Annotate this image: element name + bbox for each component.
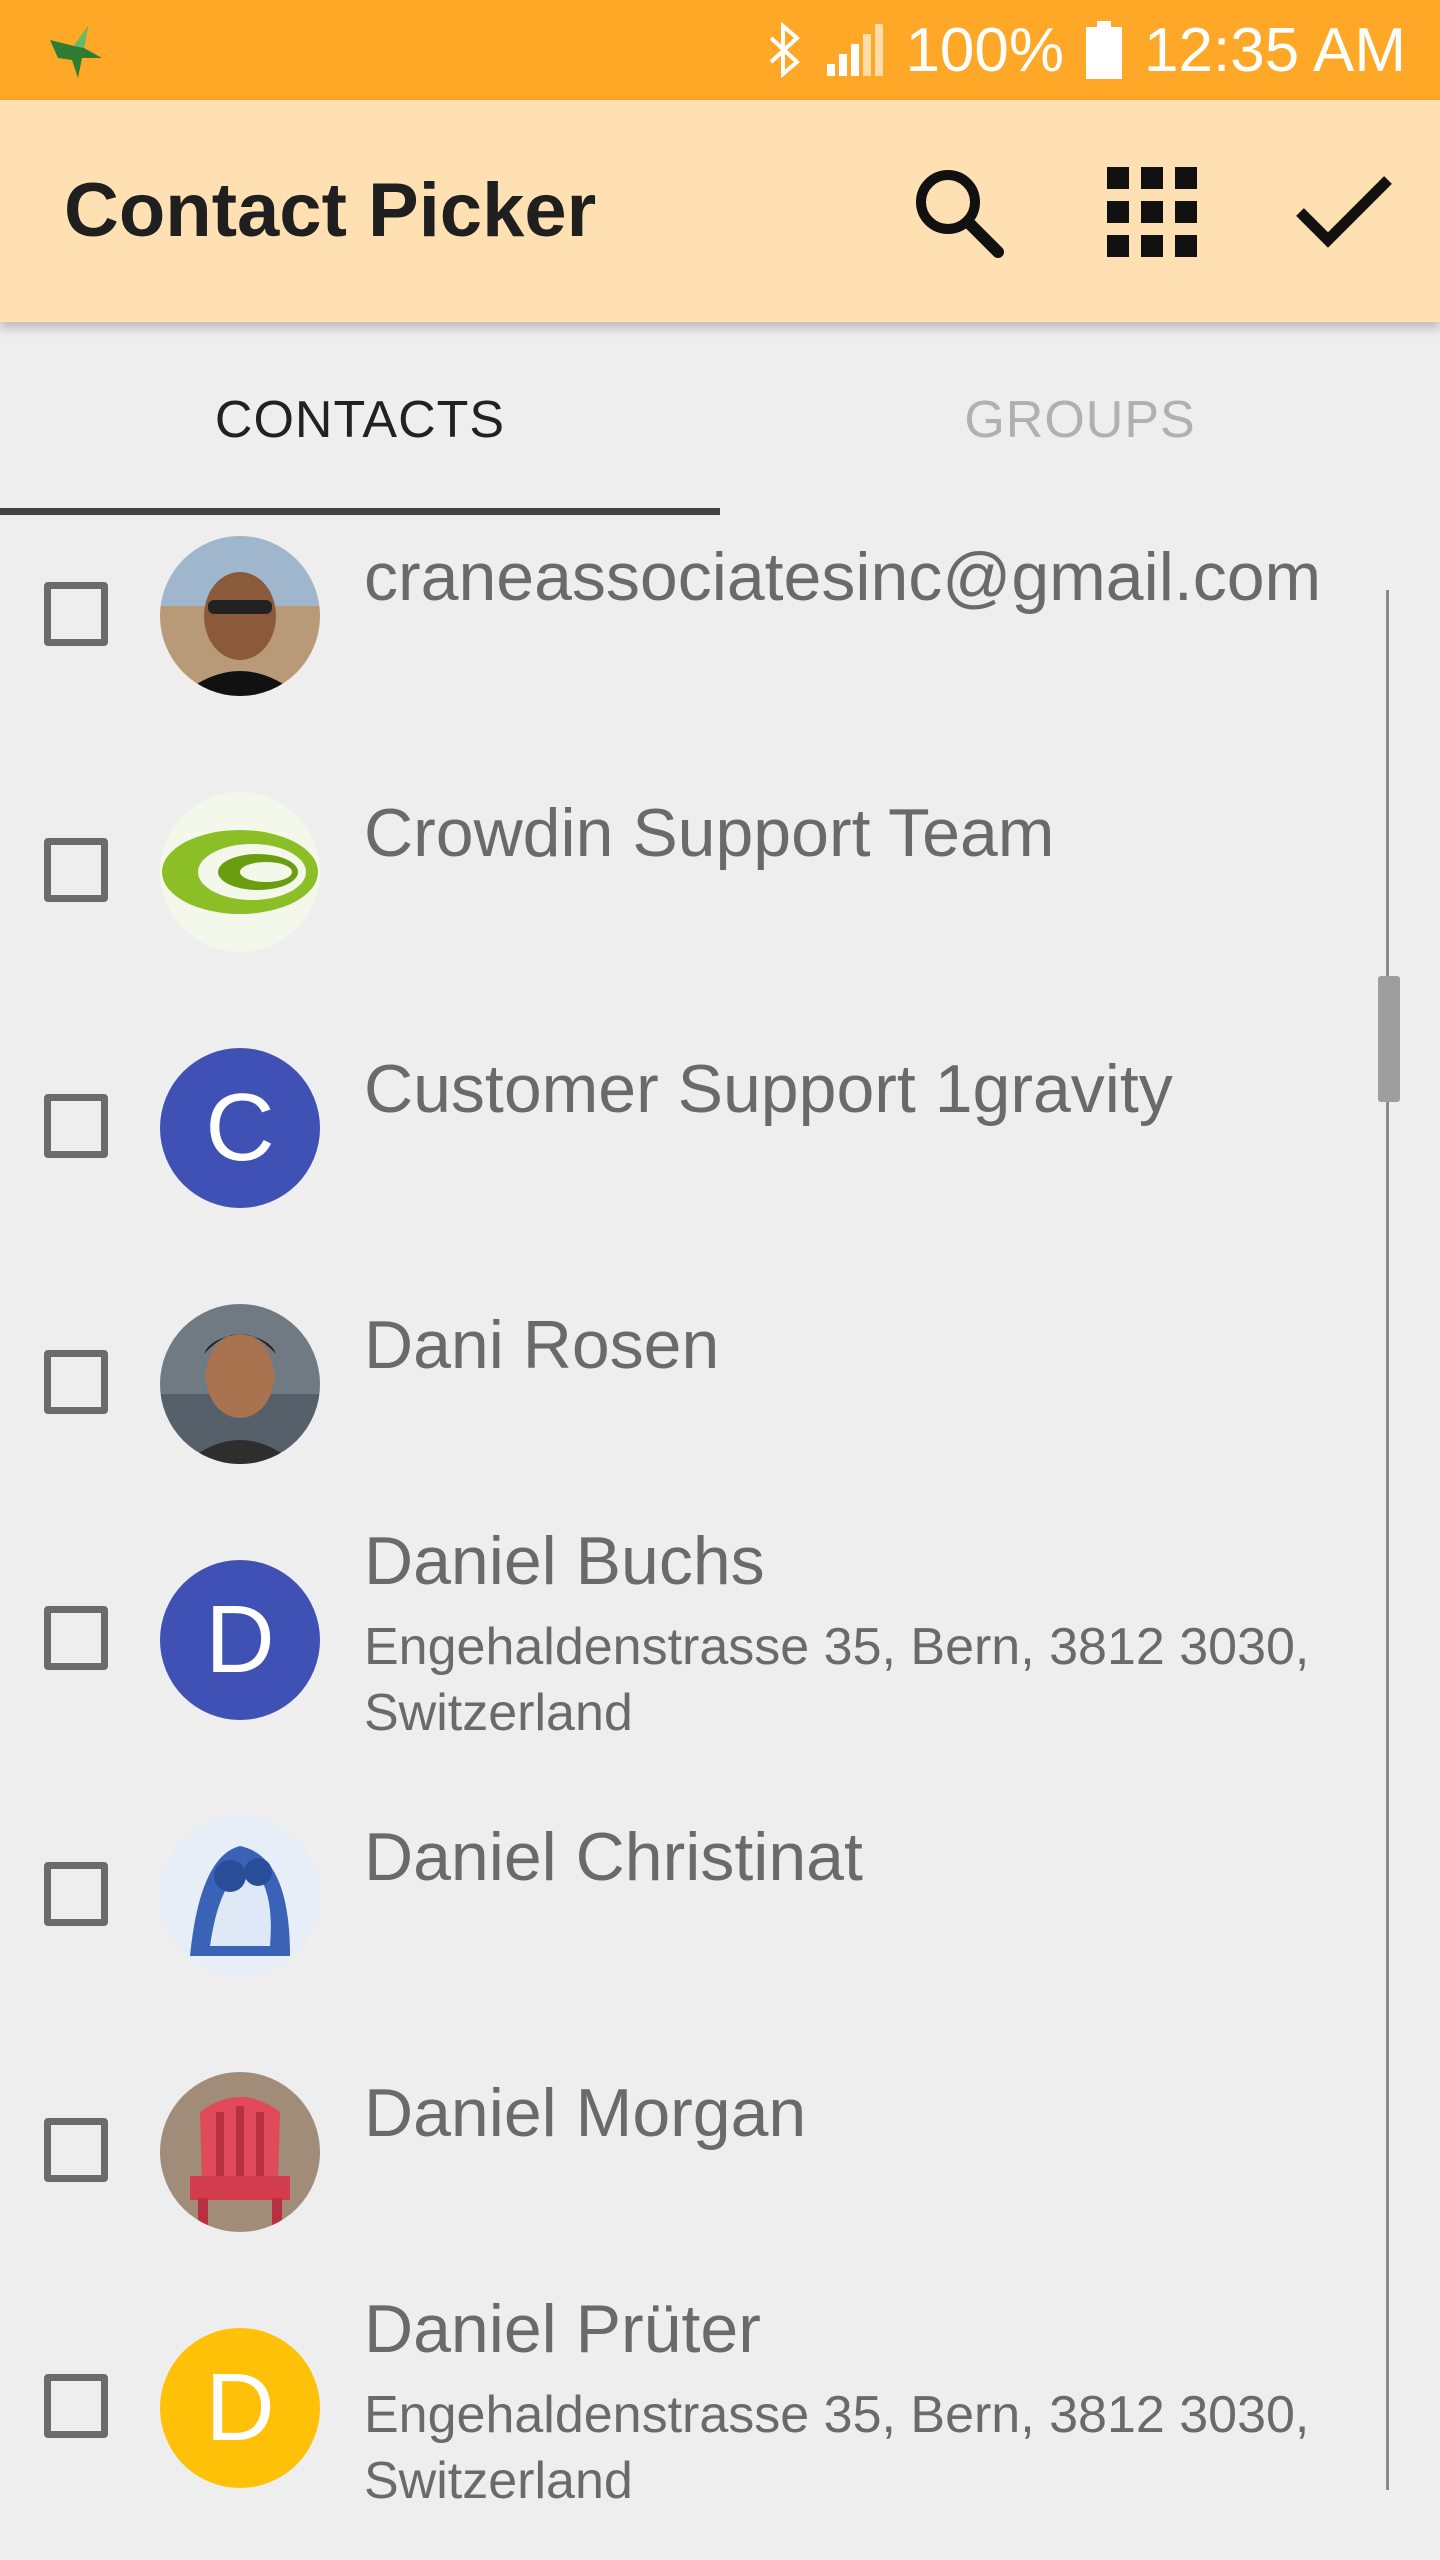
avatar (160, 1816, 320, 1976)
contact-name: craneassociatesinc@gmail.com (364, 539, 1322, 615)
avatar-letter: D (205, 1586, 275, 1693)
avatar-letter: D (205, 2354, 275, 2461)
tab-groups[interactable]: GROUPS (720, 322, 1440, 518)
search-icon (916, 170, 1004, 258)
contact-checkbox[interactable] (44, 1094, 108, 1158)
list-item[interactable]: C Customer Support 1gravity (0, 1040, 1380, 1296)
avatar: D (160, 2328, 320, 2488)
contact-checkbox[interactable] (44, 2118, 108, 2182)
check-icon (1296, 176, 1392, 248)
list-item[interactable]: Daniel Morgan (0, 2064, 1380, 2320)
app-bar: Contact Picker (0, 100, 1440, 322)
contact-address: Engehaldenstrasse 35, Bern, 3812 3030, S… (364, 1618, 1310, 1742)
page-title: Contact Picker (64, 168, 597, 253)
clock: 12:35 AM (1144, 15, 1406, 85)
confirm-button[interactable] (1292, 160, 1396, 264)
contact-name: Daniel Buchs (364, 1523, 765, 1599)
contact-checkbox[interactable] (44, 838, 108, 902)
avatar (160, 792, 320, 952)
contact-name: Daniel Prüter (364, 2291, 761, 2367)
contact-name: Daniel Christinat (364, 1819, 863, 1895)
scrollbar-track[interactable] (1386, 590, 1389, 2490)
list-item[interactable]: craneassociatesinc@gmail.com (0, 528, 1380, 784)
list-item[interactable]: Dani Rosen (0, 1296, 1380, 1552)
battery-icon (1086, 21, 1123, 79)
avatar: C (160, 1048, 320, 1208)
tab-indicator (0, 508, 720, 515)
avatar (160, 536, 320, 696)
list-item[interactable]: Crowdin Support Team (0, 784, 1380, 1040)
contact-checkbox[interactable] (44, 1606, 108, 1670)
battery-percent: 100% (905, 15, 1065, 85)
signal-icon (827, 24, 884, 76)
hummingbird-icon (50, 26, 102, 78)
contact-name: Customer Support 1gravity (364, 1051, 1173, 1127)
bluetooth-icon (770, 22, 801, 78)
avatar (160, 2072, 320, 2232)
avatar (160, 1304, 320, 1464)
status-indicators: 100% 12:35 AM (767, 0, 1406, 100)
contact-name: Dani Rosen (364, 1307, 720, 1383)
contact-name: Crowdin Support Team (364, 795, 1055, 871)
avatar: D (160, 1560, 320, 1720)
list-item[interactable]: D Daniel Prüter Engehaldenstrasse 35, Be… (0, 2291, 1380, 2560)
status-bar: 100% 12:35 AM (0, 0, 1440, 100)
grid-icon (1107, 167, 1197, 257)
contact-list[interactable]: craneassociatesinc@gmail.com Crowdin Sup… (0, 518, 1440, 2560)
list-item[interactable]: Daniel Christinat (0, 1808, 1380, 2064)
search-button[interactable] (906, 160, 1010, 264)
contact-name: Daniel Morgan (364, 2075, 807, 2151)
contact-checkbox[interactable] (44, 2374, 108, 2438)
contact-address: Engehaldenstrasse 35, Bern, 3812 3030, S… (364, 2386, 1310, 2510)
scrollbar-thumb[interactable] (1378, 976, 1400, 1102)
grid-button[interactable] (1100, 160, 1204, 264)
contact-checkbox[interactable] (44, 1350, 108, 1414)
contact-checkbox[interactable] (44, 1862, 108, 1926)
tab-contacts[interactable]: CONTACTS (0, 322, 720, 518)
contact-checkbox[interactable] (44, 582, 108, 646)
avatar-letter: C (205, 1074, 275, 1181)
list-item[interactable]: D Daniel Buchs Engehaldenstrasse 35, Ber… (0, 1523, 1380, 1808)
tab-bar: CONTACTS GROUPS (0, 322, 1440, 518)
